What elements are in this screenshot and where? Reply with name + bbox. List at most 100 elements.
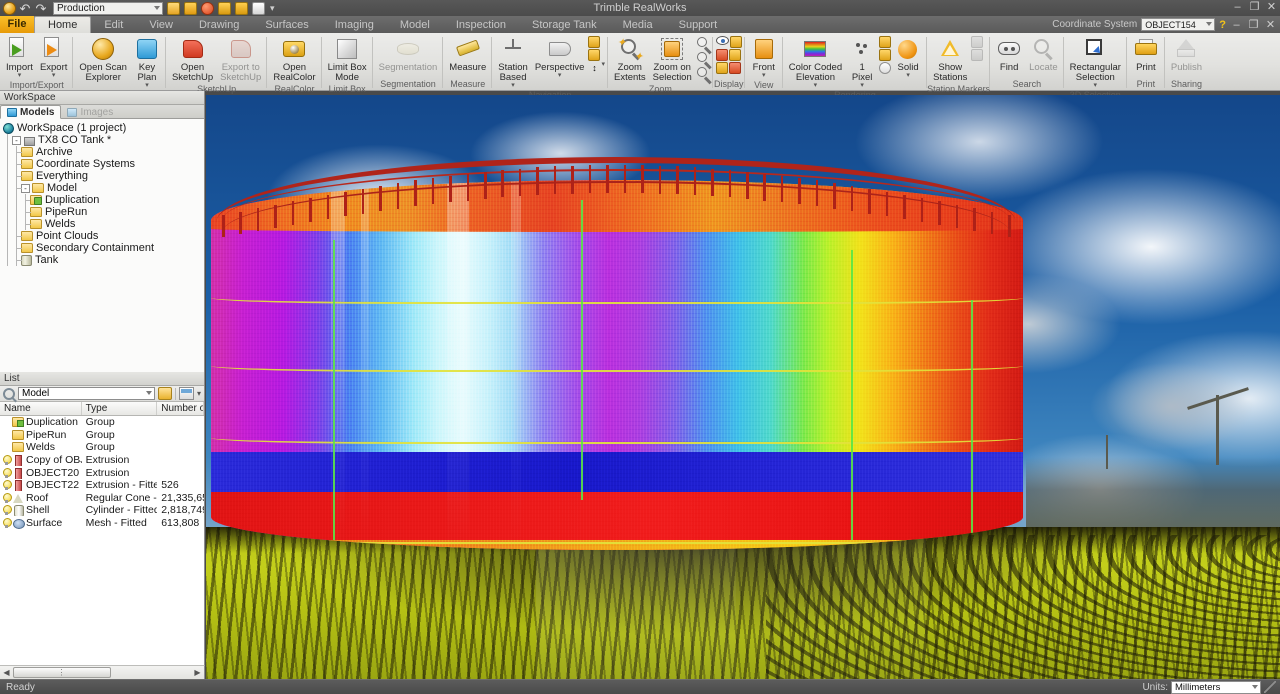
- tab-view[interactable]: View: [136, 17, 186, 33]
- tree-node[interactable]: -Model: [3, 182, 204, 194]
- ribbon-button-perspective[interactable]: Perspective▾: [532, 35, 588, 80]
- ribbon-button-front[interactable]: Front▾: [748, 35, 780, 80]
- undo-icon[interactable]: ↶: [18, 2, 32, 15]
- camera-icon[interactable]: [218, 2, 231, 15]
- ribbon-button-limit-box-mode[interactable]: Limit BoxMode: [325, 35, 370, 84]
- ribbon-button-solid[interactable]: Solid▾: [892, 35, 924, 80]
- table-row[interactable]: Copy of OBJ...Extrusion: [0, 454, 204, 467]
- visibility-bulb-icon[interactable]: [2, 505, 11, 515]
- resize-grip-icon[interactable]: [1264, 681, 1276, 693]
- chevron-down-icon[interactable]: ▾: [137, 83, 156, 89]
- tree-node[interactable]: Point Clouds: [3, 230, 204, 242]
- units-combo[interactable]: Millimeters: [1171, 681, 1261, 694]
- nav-orbit-icon[interactable]: [588, 36, 600, 48]
- visibility-bulb-icon[interactable]: [2, 493, 11, 503]
- ribbon-button-import[interactable]: Import▾: [3, 35, 36, 80]
- tab-drawing[interactable]: Drawing: [186, 17, 252, 33]
- zoom-in-icon[interactable]: [696, 51, 710, 65]
- tab-inspection[interactable]: Inspection: [443, 17, 519, 33]
- ribbon-button-open-scan-explorer[interactable]: Open ScanExplorer: [76, 35, 130, 84]
- tree-node[interactable]: Coordinate Systems: [3, 158, 204, 170]
- column-header-type[interactable]: Type: [82, 402, 158, 415]
- list-scope-combo[interactable]: Model: [18, 387, 155, 400]
- tab-support[interactable]: Support: [666, 17, 731, 33]
- tab-imaging[interactable]: Imaging: [322, 17, 387, 33]
- render-shade-icon[interactable]: [879, 62, 891, 74]
- tree-node[interactable]: Tank: [3, 254, 204, 266]
- visibility-bulb-icon[interactable]: [2, 518, 11, 528]
- ribbon-button-open-realcolor[interactable]: OpenRealColor: [270, 35, 318, 84]
- tree-node[interactable]: Welds: [3, 218, 204, 230]
- render-edge-icon[interactable]: [879, 49, 891, 61]
- workspace-tab-models[interactable]: Models: [0, 105, 61, 119]
- chevron-down-icon[interactable]: ▾: [1070, 83, 1121, 89]
- table-row[interactable]: DuplicationGroup: [0, 416, 204, 429]
- ribbon-button-open-sketchup[interactable]: OpenSketchUp: [169, 35, 216, 84]
- ribbon-button-station-based[interactable]: StationBased▾: [495, 35, 531, 90]
- chevron-down-icon[interactable]: ▾: [40, 73, 67, 79]
- tab-media[interactable]: Media: [610, 17, 666, 33]
- chevron-down-icon[interactable]: ▾: [197, 389, 201, 398]
- ribbon-close-button[interactable]: ✕: [1264, 19, 1277, 31]
- ribbon-button-color-coded-elevation[interactable]: Color CodedElevation▾: [786, 35, 845, 90]
- table-row[interactable]: OBJECT22Extrusion - Fitted526: [0, 479, 204, 492]
- column-header-number[interactable]: Number o: [157, 402, 204, 415]
- ribbon-button-1-pixel[interactable]: 1Pixel▾: [846, 35, 878, 90]
- tab-edit[interactable]: Edit: [91, 17, 136, 33]
- report-icon[interactable]: [252, 2, 265, 15]
- profile-combo[interactable]: Production: [53, 2, 163, 15]
- tab-model[interactable]: Model: [387, 17, 443, 33]
- chevron-down-icon[interactable]: ▾: [753, 73, 775, 79]
- chevron-down-icon[interactable]: ▾: [498, 83, 528, 89]
- tree-node[interactable]: Secondary Containment: [3, 242, 204, 254]
- visibility-bulb-icon[interactable]: [2, 468, 11, 478]
- display-shade-icon[interactable]: [729, 62, 741, 74]
- help-icon[interactable]: ?: [1219, 19, 1226, 31]
- ribbon-button-key-plan[interactable]: KeyPlan▾: [131, 35, 163, 90]
- chevron-down-icon[interactable]: ▾: [898, 73, 919, 79]
- chevron-down-icon[interactable]: ▾: [789, 83, 842, 89]
- tab-storage-tank[interactable]: Storage Tank: [519, 17, 610, 33]
- ribbon-button-rectangular-selection[interactable]: RectangularSelection▾: [1067, 35, 1124, 90]
- folder-filter-icon[interactable]: [158, 387, 172, 400]
- ribbon-button-zoom-on-selection[interactable]: Zoom onSelection: [650, 35, 695, 84]
- chevron-down-icon[interactable]: ▾: [535, 73, 585, 79]
- table-row[interactable]: ShellCylinder - Fitted2,818,749: [0, 504, 204, 517]
- coordinate-system-combo[interactable]: OBJECT154: [1141, 18, 1215, 31]
- visibility-bulb-icon[interactable]: [2, 480, 11, 490]
- ribbon-restore-button[interactable]: ❐: [1247, 19, 1260, 31]
- display-light-icon[interactable]: [716, 62, 728, 74]
- station-marker-icon[interactable]: [971, 49, 983, 61]
- tree-node[interactable]: -TX8 CO Tank *: [3, 134, 204, 146]
- tree-node[interactable]: Archive: [3, 146, 204, 158]
- tree-node[interactable]: Everything: [3, 170, 204, 182]
- table-row[interactable]: WeldsGroup: [0, 441, 204, 454]
- chevron-down-icon[interactable]: ▾: [601, 61, 605, 68]
- workspace-tree[interactable]: WorkSpace (1 project)-TX8 CO Tank *Archi…: [0, 119, 204, 385]
- ribbon-button-export[interactable]: Export▾: [37, 35, 70, 80]
- tree-expander[interactable]: -: [21, 184, 30, 193]
- app-orb-icon[interactable]: [3, 2, 16, 15]
- zoom-out-icon[interactable]: [696, 66, 710, 80]
- redo-icon[interactable]: ↷: [34, 2, 48, 15]
- minimize-button[interactable]: –: [1231, 1, 1244, 13]
- scrollbar-thumb[interactable]: ⋮: [13, 667, 111, 678]
- scroll-left-icon[interactable]: ◀: [0, 667, 13, 679]
- display-grid-icon[interactable]: [729, 49, 741, 61]
- sphere-icon[interactable]: [201, 2, 214, 15]
- ribbon-button-zoom-extents[interactable]: ✦✦ZoomExtents: [611, 35, 649, 84]
- ribbon-button-measure[interactable]: Measure: [446, 35, 489, 74]
- open-folder-icon[interactable]: [167, 2, 180, 15]
- station-label-icon[interactable]: [971, 36, 983, 48]
- scroll-right-icon[interactable]: ▶: [191, 667, 204, 679]
- zoom-window-icon[interactable]: [696, 36, 710, 50]
- tree-node[interactable]: PipeRun: [3, 206, 204, 218]
- table-row[interactable]: OBJECT20Extrusion: [0, 466, 204, 479]
- chevron-down-icon[interactable]: ▾: [270, 3, 275, 14]
- render-texture-icon[interactable]: [879, 36, 891, 48]
- eye-icon[interactable]: [716, 36, 729, 45]
- column-header-name[interactable]: Name: [0, 402, 82, 415]
- tab-home[interactable]: Home: [34, 16, 91, 33]
- chevron-down-icon[interactable]: ▾: [6, 73, 33, 79]
- search-icon[interactable]: [3, 388, 15, 400]
